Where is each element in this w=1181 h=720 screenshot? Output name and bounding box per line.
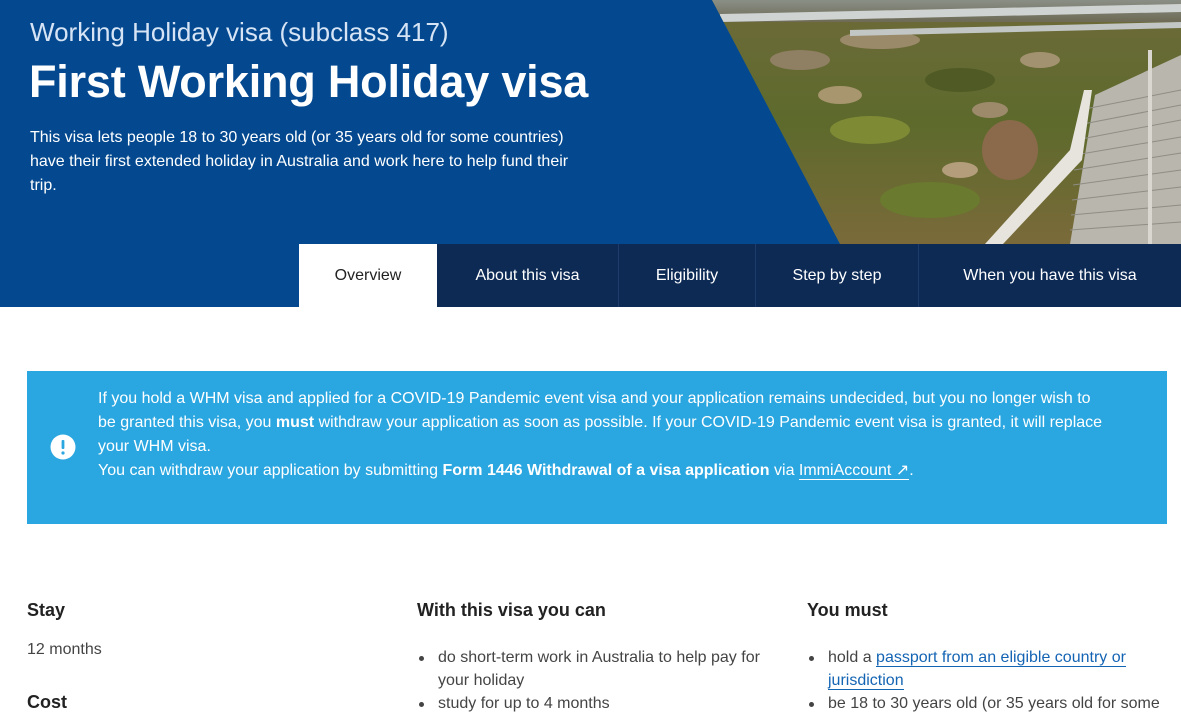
list-item: hold a passport from an eligible country… [807,646,1181,692]
info-icon [50,434,76,460]
tab-when-you-have-this-visa[interactable]: When you have this visa [919,244,1181,307]
external-link-icon: ↗ [895,462,910,479]
tab-eligibility[interactable]: Eligibility [619,244,756,307]
you-must-heading: You must [807,600,888,620]
with-this-visa-list: do short-term work in Australia to help … [417,646,777,715]
tab-overview[interactable]: Overview [299,244,437,307]
alert-paragraph-withdraw: If you hold a WHM visa and applied for a… [98,390,1103,455]
alert-message: If you hold a WHM visa and applied for a… [98,387,1108,483]
tab-step-by-step[interactable]: Step by step [756,244,919,307]
you-must-list: hold a passport from an eligible country… [807,646,1181,715]
visa-subclass-subtitle: Working Holiday visa (subclass 417) [30,17,449,47]
alert-paragraph-form: You can withdraw your application by sub… [98,462,914,480]
list-item: do short-term work in Australia to help … [417,646,777,692]
stay-heading: Stay [27,600,66,620]
stay-value: 12 months [27,641,102,658]
with-this-visa-heading: With this visa you can [417,600,606,620]
list-item: study for up to 4 months [417,692,777,715]
immiaccount-link[interactable]: ImmiAccount ↗ [798,462,910,480]
hero-banner: Working Holiday visa (subclass 417) Firs… [0,0,1181,307]
visa-tabs: Overview About this visa Eligibility Ste… [299,244,1181,307]
cost-heading: Cost [27,692,67,712]
stay-section: Stay [27,600,357,621]
you-must-section: You must [807,600,1177,621]
with-this-visa-section: With this visa you can [417,600,787,621]
list-item: be 18 to 30 years old (or 35 years old f… [807,692,1181,715]
form-1446-name: Form 1446 Withdrawal of a visa applicati… [442,462,770,479]
hero-description: This visa lets people 18 to 30 years old… [30,129,569,194]
alert-emphasis-must: must [275,414,315,431]
page-title: First Working Holiday visa [29,56,589,107]
tab-about-this-visa[interactable]: About this visa [437,244,619,307]
